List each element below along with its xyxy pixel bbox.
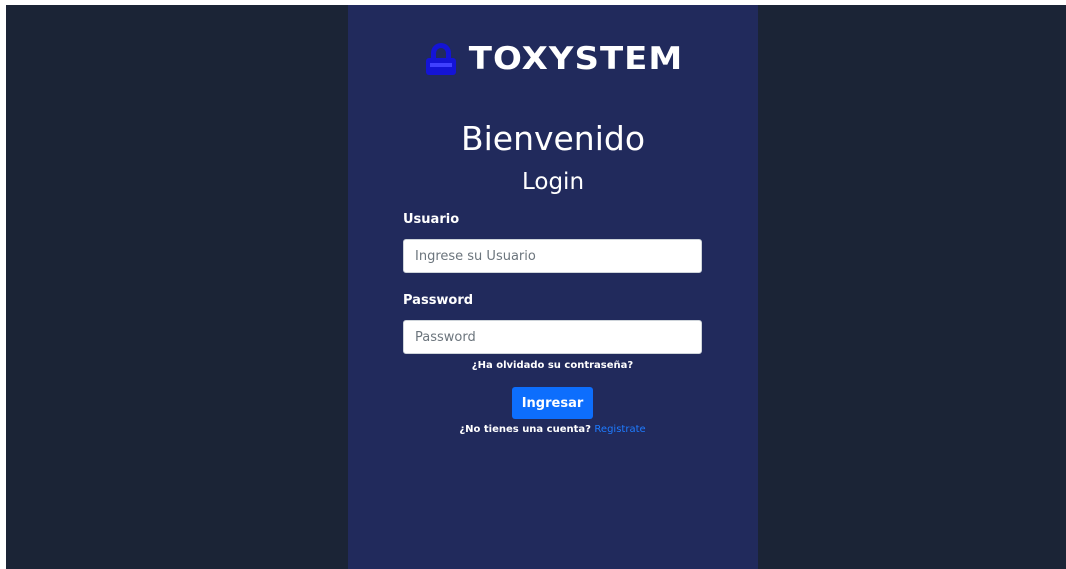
register-link[interactable]: Registrate	[594, 424, 645, 435]
brand-name: TOXYSTEM	[468, 40, 684, 78]
login-form: Usuario Password ¿Ha olvidado su contras…	[403, 211, 702, 437]
page-background: TOXYSTEM Bienvenido Login Usuario Passwo…	[6, 5, 1066, 569]
username-input[interactable]	[403, 239, 702, 273]
login-panel: TOXYSTEM Bienvenido Login Usuario Passwo…	[348, 5, 758, 569]
forgot-password-link[interactable]: ¿Ha olvidado su contraseña?	[403, 359, 702, 373]
brand-logo: TOXYSTEM	[348, 41, 758, 77]
password-input[interactable]	[403, 320, 702, 354]
page-subtitle: Login	[521, 169, 585, 195]
register-prompt: ¿No tienes una cuenta? Registrate	[403, 423, 702, 437]
username-label: Usuario	[403, 212, 460, 227]
password-label: Password	[403, 293, 474, 308]
login-button[interactable]: Ingresar	[511, 387, 594, 419]
password-group: Password	[403, 292, 702, 354]
register-prompt-text: ¿No tienes una cuenta?	[459, 424, 591, 435]
lock-icon	[425, 43, 456, 75]
page-title: Bienvenido	[460, 119, 646, 158]
